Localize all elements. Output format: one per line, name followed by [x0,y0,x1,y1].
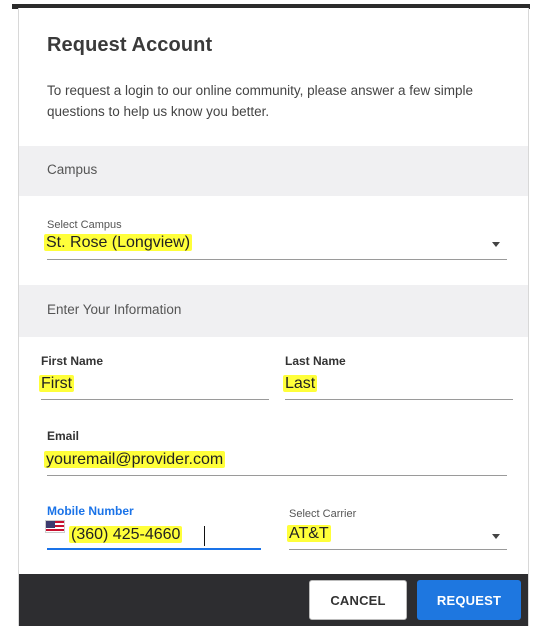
first-name-underline [41,399,269,400]
chevron-down-icon[interactable] [492,534,500,539]
email-label: Email [47,429,80,443]
carrier-select-value[interactable]: AT&T [287,525,331,543]
campus-select-label: Select Campus [47,219,122,231]
request-account-dialog: Request Account To request a login to ou… [18,8,529,626]
last-name-underline [285,399,513,400]
mobile-number-value: (360) 425-4660 [69,526,183,543]
email-input[interactable]: youremail@provider.com [44,451,226,469]
request-button[interactable]: REQUEST [417,580,521,620]
us-flag-icon[interactable] [45,520,65,533]
carrier-select-underline [289,549,507,550]
mobile-number-underline [47,548,261,550]
cancel-button[interactable]: CANCEL [309,580,407,620]
first-name-input[interactable]: First [39,375,75,393]
dialog-footer: CANCEL REQUEST [19,574,528,626]
dialog-title: Request Account [47,34,213,56]
carrier-select-label: Select Carrier [289,508,357,520]
carrier-select-value-text: AT&T [287,525,331,542]
section-header-info: Enter Your Information [19,285,528,337]
chevron-down-icon[interactable] [492,242,500,247]
last-name-label: Last Name [285,354,346,368]
campus-select-underline [47,259,507,260]
mobile-number-input[interactable]: (360) 425-4660 [69,526,183,544]
email-underline [47,475,507,476]
last-name-input[interactable]: Last [283,375,318,393]
dialog-intro-text: To request a login to our online communi… [47,83,473,119]
mobile-number-label: Mobile Number [47,504,134,518]
last-name-value: Last [283,375,318,392]
first-name-label: First Name [41,354,104,368]
first-name-value: First [39,375,75,392]
text-cursor [204,526,205,546]
email-value: youremail@provider.com [44,451,226,468]
section-header-campus: Campus [19,146,528,196]
campus-select-value-text: St. Rose (Longview) [44,234,193,251]
campus-select-value[interactable]: St. Rose (Longview) [44,234,193,252]
section-header-campus-label: Campus [47,162,98,177]
section-header-info-label: Enter Your Information [47,302,182,317]
